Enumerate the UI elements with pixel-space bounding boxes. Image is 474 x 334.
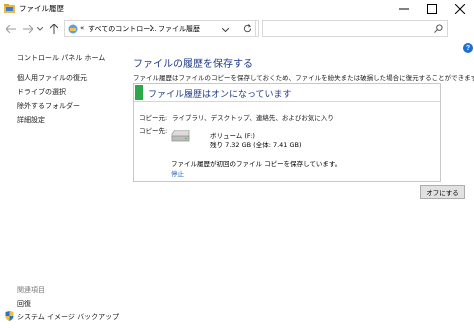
breadcrumb-file-history[interactable]: ファイル履歴 xyxy=(158,24,200,34)
progress-message: ファイル履歴が初回のファイル コピーを保存しています。 xyxy=(171,160,342,168)
copy-from-label: コピー元: xyxy=(139,114,168,122)
maximize-icon xyxy=(427,3,437,14)
maximize-button[interactable] xyxy=(418,0,446,17)
chevron-down-icon xyxy=(37,27,43,31)
sidebar-item-advanced-settings[interactable]: 詳細設定 xyxy=(17,115,45,125)
breadcrumb-all-control-panel[interactable]: すべてのコントロー... xyxy=(88,24,157,34)
forward-button[interactable] xyxy=(22,23,34,35)
back-arrow-icon xyxy=(6,25,16,33)
window-title: ファイル履歴 xyxy=(19,4,64,13)
file-history-icon xyxy=(4,4,15,13)
copy-from-value: ライブラリ、デスクトップ、連絡先、およびお気に入り xyxy=(172,114,334,122)
turn-off-button[interactable]: オフにする xyxy=(420,185,465,199)
drive-free-space: 残り 7.32 GB (全体: 7.41 GB) xyxy=(210,141,302,149)
see-also-heading: 関連項目 xyxy=(17,286,45,294)
refresh-button[interactable] xyxy=(237,20,259,37)
control-panel-icon xyxy=(68,24,78,34)
close-button[interactable] xyxy=(446,0,474,17)
sidebar-item-restore-files[interactable]: 個人用ファイルの復元 xyxy=(17,73,87,83)
page-title: ファイルの履歴を保存する xyxy=(133,59,253,70)
recent-locations-button[interactable] xyxy=(37,23,43,35)
see-also-system-image-backup[interactable]: システム イメージ バックアップ xyxy=(17,312,119,322)
status-header: ファイル履歴はオンになっています xyxy=(134,84,440,102)
status-text: ファイル履歴はオンになっています xyxy=(148,90,292,100)
forward-arrow-icon xyxy=(23,25,33,33)
search-input[interactable] xyxy=(262,20,448,37)
shield-icon xyxy=(5,311,14,323)
status-panel: ファイル履歴はオンになっています コピー元: ライブラリ、デスクトップ、連絡先、… xyxy=(133,83,441,182)
sidebar-item-exclude-folders[interactable]: 除外するフォルダー xyxy=(17,101,80,111)
status-indicator xyxy=(135,85,143,100)
back-button[interactable] xyxy=(5,23,17,35)
sidebar-item-control-panel-home[interactable]: コントロール パネル ホーム xyxy=(17,53,105,63)
navigation-bar: « すべてのコントロー... ファイル履歴 xyxy=(0,17,474,41)
address-bar[interactable]: « すべてのコントロー... ファイル履歴 xyxy=(64,20,256,37)
up-button[interactable] xyxy=(48,23,60,35)
minimize-button[interactable] xyxy=(390,0,418,17)
drive-icon xyxy=(171,129,190,142)
chevron-down-icon xyxy=(221,27,230,33)
minimize-icon xyxy=(399,8,409,9)
sidebar-item-select-drive[interactable]: ドライブの選択 xyxy=(17,87,66,97)
close-icon xyxy=(455,3,465,14)
sidebar: コントロール パネル ホーム 個人用ファイルの復元 ドライブの選択 除外するフォ… xyxy=(0,41,120,334)
search-icon xyxy=(434,24,443,35)
copy-to-label: コピー先: xyxy=(139,127,168,135)
help-button[interactable]: ? xyxy=(463,43,473,53)
address-dropdown-button[interactable] xyxy=(221,26,230,34)
refresh-icon xyxy=(243,24,252,33)
up-arrow-icon xyxy=(50,24,58,34)
title-bar: ファイル履歴 xyxy=(0,0,474,17)
page-description: ファイル履歴はファイルのコピーを保存しておくため、ファイルを紛失または破損した場… xyxy=(133,74,474,82)
stop-link[interactable]: 停止 xyxy=(171,168,184,178)
breadcrumb-overflow[interactable]: « xyxy=(80,24,84,32)
see-also-recovery[interactable]: 回復 xyxy=(17,299,31,309)
breadcrumb-separator-icon[interactable] xyxy=(149,24,154,33)
